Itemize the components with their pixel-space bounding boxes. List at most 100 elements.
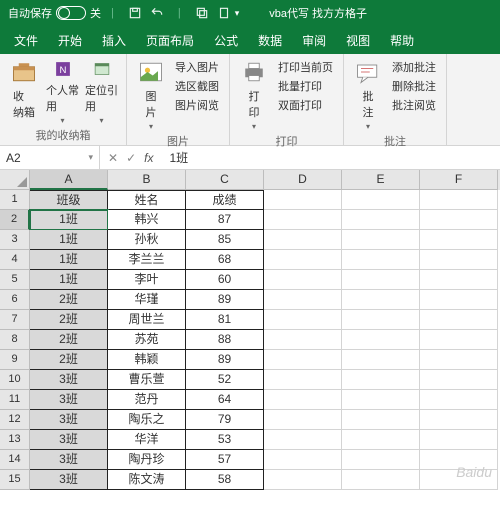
cell[interactable]: 3班 (30, 410, 108, 430)
cell[interactable]: 88 (186, 330, 264, 350)
cell[interactable] (342, 290, 420, 310)
cell[interactable]: 1班 (30, 210, 108, 230)
cell[interactable]: 陈文涛 (108, 470, 186, 490)
cell[interactable] (420, 310, 498, 330)
print-button[interactable]: 打 印▾ (238, 58, 270, 131)
cell[interactable] (420, 370, 498, 390)
collection-button[interactable]: 收 纳箱 (8, 58, 40, 120)
row-header[interactable]: 1 (0, 190, 30, 210)
cell[interactable]: 曹乐萱 (108, 370, 186, 390)
cell[interactable] (264, 330, 342, 350)
print-batch[interactable]: 批量打印 (276, 77, 335, 95)
cell[interactable] (342, 230, 420, 250)
copy-icon[interactable] (195, 6, 209, 20)
cell[interactable] (420, 190, 498, 210)
formula-bar[interactable]: 1班 (161, 149, 196, 166)
col-header-F[interactable]: F (420, 170, 498, 190)
cell[interactable]: 52 (186, 370, 264, 390)
cell[interactable]: 85 (186, 230, 264, 250)
cell[interactable]: 1班 (30, 250, 108, 270)
cell[interactable]: 89 (186, 290, 264, 310)
col-header-D[interactable]: D (264, 170, 342, 190)
cell[interactable]: 79 (186, 410, 264, 430)
cell[interactable] (264, 290, 342, 310)
cell[interactable] (342, 470, 420, 490)
cell[interactable]: 2班 (30, 330, 108, 350)
row-header[interactable]: 13 (0, 430, 30, 450)
add-comment[interactable]: 添加批注 (390, 58, 438, 76)
cell[interactable] (264, 350, 342, 370)
cell[interactable] (264, 310, 342, 330)
cell[interactable] (420, 390, 498, 410)
cell[interactable] (420, 430, 498, 450)
cell[interactable]: 范丹 (108, 390, 186, 410)
cell[interactable] (264, 230, 342, 250)
cell[interactable]: 周世兰 (108, 310, 186, 330)
image-button[interactable]: 图 片▾ (135, 58, 167, 131)
row-header[interactable]: 10 (0, 370, 30, 390)
select-all-corner[interactable] (0, 170, 30, 190)
cell[interactable] (264, 190, 342, 210)
row-header[interactable]: 9 (0, 350, 30, 370)
doc-icon[interactable] (217, 6, 231, 20)
cell[interactable] (420, 210, 498, 230)
cell[interactable] (420, 230, 498, 250)
cell[interactable]: 3班 (30, 430, 108, 450)
cell[interactable] (420, 290, 498, 310)
cell[interactable] (342, 310, 420, 330)
cell[interactable] (264, 250, 342, 270)
save-icon[interactable] (128, 6, 142, 20)
tab-view[interactable]: 视图 (336, 26, 380, 54)
tab-home[interactable]: 开始 (48, 26, 92, 54)
cell[interactable]: 81 (186, 310, 264, 330)
row-header[interactable]: 4 (0, 250, 30, 270)
cell[interactable]: 苏苑 (108, 330, 186, 350)
cell[interactable]: 成绩 (186, 190, 264, 210)
cell[interactable]: 57 (186, 450, 264, 470)
cell[interactable] (264, 390, 342, 410)
cell[interactable]: 华瑾 (108, 290, 186, 310)
col-header-A[interactable]: A (30, 170, 108, 190)
name-box[interactable]: A2▾ (0, 146, 100, 169)
browse-image[interactable]: 图片阅览 (173, 96, 221, 114)
cell[interactable]: 李叶 (108, 270, 186, 290)
row-header[interactable]: 5 (0, 270, 30, 290)
row-header[interactable]: 14 (0, 450, 30, 470)
col-header-B[interactable]: B (108, 170, 186, 190)
cell[interactable] (420, 410, 498, 430)
tab-insert[interactable]: 插入 (92, 26, 136, 54)
cell[interactable]: 89 (186, 350, 264, 370)
cell[interactable]: 2班 (30, 290, 108, 310)
fx-icon[interactable]: fx (144, 151, 153, 165)
cell[interactable] (342, 410, 420, 430)
cell[interactable]: 3班 (30, 470, 108, 490)
cell[interactable]: 姓名 (108, 190, 186, 210)
toggle-switch[interactable] (56, 6, 86, 20)
cell[interactable]: 陶丹珍 (108, 450, 186, 470)
cell[interactable]: 华洋 (108, 430, 186, 450)
cell[interactable]: 68 (186, 250, 264, 270)
cell[interactable] (342, 350, 420, 370)
cell[interactable] (342, 330, 420, 350)
cell[interactable]: 李兰兰 (108, 250, 186, 270)
delete-comment[interactable]: 删除批注 (390, 77, 438, 95)
cell[interactable]: 1班 (30, 230, 108, 250)
cell[interactable]: 2班 (30, 310, 108, 330)
personal-button[interactable]: N个人常 用▾ (46, 58, 79, 125)
print-current[interactable]: 打印当前页 (276, 58, 335, 76)
cancel-icon[interactable]: ✕ (108, 151, 118, 165)
cell[interactable] (342, 270, 420, 290)
cell[interactable]: 3班 (30, 390, 108, 410)
row-header[interactable]: 15 (0, 470, 30, 490)
browse-comment[interactable]: 批注阅览 (390, 96, 438, 114)
col-header-C[interactable]: C (186, 170, 264, 190)
cell[interactable]: 陶乐之 (108, 410, 186, 430)
cell[interactable] (342, 370, 420, 390)
cell[interactable] (342, 210, 420, 230)
cell[interactable]: 60 (186, 270, 264, 290)
cell[interactable] (264, 450, 342, 470)
cell[interactable]: 53 (186, 430, 264, 450)
undo-icon[interactable] (150, 6, 164, 20)
tab-help[interactable]: 帮助 (380, 26, 424, 54)
cell[interactable]: 58 (186, 470, 264, 490)
